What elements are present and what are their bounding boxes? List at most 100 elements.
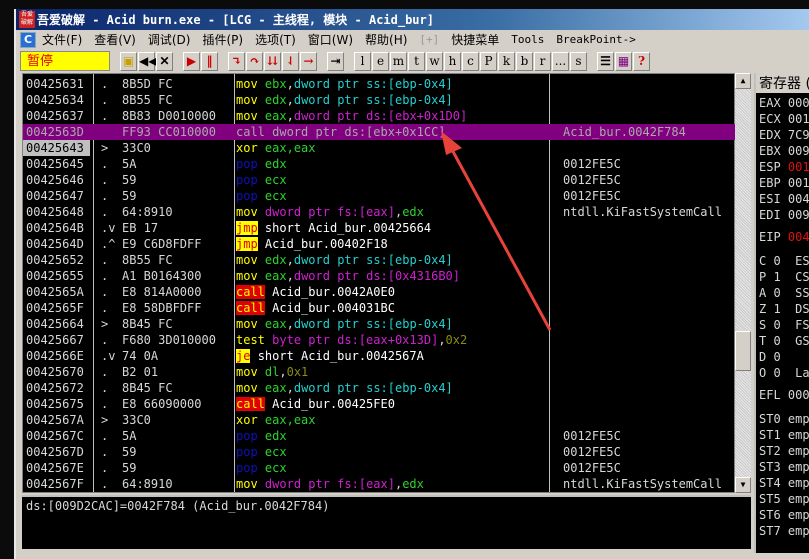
registers-pane[interactable]: 寄存器 ( EAX 0000ECX 0012EDX 7C92EBX 009DES… <box>754 73 809 553</box>
fpu-register[interactable]: ST5 empt <box>759 491 809 507</box>
disasm-row[interactable]: 0042567A >33C0 xor eax,eax <box>23 412 736 428</box>
scroll-up-icon[interactable]: ▲ <box>735 73 751 89</box>
disasm-row[interactable]: 00425637. 8B83 D0010000 mov eax,dword ptr … <box>23 108 736 124</box>
step-over-icon[interactable]: ↷ <box>246 51 263 71</box>
flag-line[interactable]: S 0 FS <box>759 317 809 333</box>
menu-item[interactable]: 帮助(H) <box>365 31 407 48</box>
register-ebp[interactable]: EBP 0012 <box>759 175 809 191</box>
disasm-row[interactable]: 00425634. 8B55 FC mov edx,dword ptr ss:[eb… <box>23 92 736 108</box>
window-button-r[interactable]: r <box>534 51 551 71</box>
flag-line[interactable]: T 0 GS <box>759 333 809 349</box>
window-button-h[interactable]: h <box>444 51 461 71</box>
menu-item[interactable]: 查看(V) <box>94 31 136 48</box>
list-icon[interactable]: ☰ <box>597 51 614 71</box>
disasm-row[interactable]: 0042564D .^ E9 C6D8FDFF jmp Acid_bur.00402F… <box>23 236 736 252</box>
address: 0042565F <box>26 301 84 315</box>
flag-line[interactable]: D 0 <box>759 349 781 365</box>
disasm-row[interactable]: 00425675. E8 66090000 call Acid_bur.00425F… <box>23 396 736 412</box>
menu-item[interactable]: 选项(T) <box>255 31 296 48</box>
menu-item[interactable]: 快捷菜单 <box>451 31 499 48</box>
instruction-token: dword ptr ds:[0x4316B0] <box>293 269 461 283</box>
disasm-row[interactable]: 00425643 >33C0 xor eax,eax <box>23 140 736 156</box>
disasm-row[interactable]: 0042567C. 5A pop edx 0012FE5C <box>23 428 736 444</box>
address: 00425672 <box>26 381 84 395</box>
goto-icon[interactable]: ⇥ <box>327 51 344 71</box>
menu-item[interactable]: 插件(P) <box>202 31 243 48</box>
menu-item[interactable]: 文件(F) <box>42 31 82 48</box>
disasm-row[interactable]: 0042563D FF93 CC010000 call dword ptr ds:[… <box>23 124 736 140</box>
fpu-register[interactable]: ST0 empt <box>759 411 809 427</box>
menu-item[interactable]: [+] <box>419 33 439 46</box>
flag-line[interactable]: P 1 CS <box>759 269 809 285</box>
disasm-row[interactable]: 0042565A. E8 814A0000 call Acid_bur.0042A0… <box>23 284 736 300</box>
register-ecx[interactable]: ECX 0012 <box>759 111 809 127</box>
register-ebx[interactable]: EBX 009D <box>759 143 809 159</box>
window-button-m[interactable]: m <box>390 51 407 71</box>
scroll-thumb[interactable] <box>735 331 751 371</box>
fpu-register[interactable]: ST6 empt <box>759 507 809 523</box>
pause-icon[interactable]: ‖ <box>201 51 218 71</box>
fpu-register[interactable]: ST3 empt <box>759 459 809 475</box>
disasm-row[interactable]: 00425670. B2 01 mov dl,0x1 <box>23 364 736 380</box>
window-button-t[interactable]: t <box>408 51 425 71</box>
menu-item[interactable]: Tools <box>511 33 544 46</box>
trace-over-icon[interactable]: ⇃ <box>282 51 299 71</box>
disasm-row[interactable]: 00425655. A1 B0164300 mov eax,dword ptr ds… <box>23 268 736 284</box>
window-button-P[interactable]: P <box>480 51 497 71</box>
disasm-row[interactable]: 00425645. 5A pop edx 0012FE5C <box>23 156 736 172</box>
register-esi[interactable]: ESI 0042 <box>759 191 809 207</box>
run-icon[interactable]: ▶ <box>183 51 200 71</box>
scroll-down-icon[interactable]: ▼ <box>735 477 751 493</box>
open-icon[interactable]: ▣ <box>120 51 137 71</box>
efl-register[interactable]: EFL 0000 <box>759 387 809 403</box>
disasm-row[interactable]: 00425664 >8B45 FC mov eax,dword ptr ss:[eb… <box>23 316 736 332</box>
disasm-row[interactable]: 0042564B .v EB 17 jmp short Acid_bur.004256… <box>23 220 736 236</box>
disassembly-scrollbar[interactable]: ▲ ▼ <box>735 73 751 493</box>
fpu-register[interactable]: ST7 empt <box>759 523 809 539</box>
disasm-row[interactable]: 00425672. 8B45 FC mov eax,dword ptr ss:[eb… <box>23 380 736 396</box>
window-button-e[interactable]: e <box>372 51 389 71</box>
disasm-row[interactable]: 00425646. 59 pop ecx 0012FE5C <box>23 172 736 188</box>
window-button-w[interactable]: w <box>426 51 443 71</box>
register-edi[interactable]: EDI 009C <box>759 207 809 223</box>
register-eax[interactable]: EAX 0000 <box>759 95 809 111</box>
window-button-k[interactable]: k <box>498 51 515 71</box>
c-icon[interactable]: C <box>20 31 36 48</box>
trace-into-icon[interactable]: ⇊ <box>264 51 281 71</box>
window-button-s[interactable]: s <box>570 51 587 71</box>
register-edx[interactable]: EDX 7C92 <box>759 127 809 143</box>
flag-line[interactable]: C 0 ES <box>759 253 809 269</box>
window-button-c[interactable]: c <box>462 51 479 71</box>
register-esp[interactable]: ESP 0012 <box>759 159 809 175</box>
disasm-row[interactable]: 00425648. 64:8910 mov dword ptr fs:[eax],e… <box>23 204 736 220</box>
menu-item[interactable]: 窗口(W) <box>308 31 353 48</box>
menu-item[interactable]: 调试(D) <box>148 31 191 48</box>
register-eip[interactable]: EIP 0042 <box>759 229 809 245</box>
disasm-row[interactable]: 00425647. 59 pop ecx 0012FE5C <box>23 188 736 204</box>
fpu-register[interactable]: ST1 empt <box>759 427 809 443</box>
close-icon[interactable]: ✕ <box>156 51 173 71</box>
disasm-row[interactable]: 0042565F. E8 58DBFDFF call Acid_bur.004031… <box>23 300 736 316</box>
window-button-dots[interactable]: ... <box>552 51 569 71</box>
disasm-row[interactable]: 00425652. 8B55 FC mov edx,dword ptr ss:[eb… <box>23 252 736 268</box>
options-icon[interactable]: ▦ <box>615 51 632 71</box>
disasm-row[interactable]: 0042567F. 64:8910 mov dword ptr fs:[eax],e… <box>23 476 736 492</box>
disasm-row[interactable]: 00425631. 8B5D FC mov ebx,dword ptr ss:[eb… <box>23 76 736 92</box>
disasm-row[interactable]: 0042567D. 59 pop ecx 0012FE5C <box>23 444 736 460</box>
help-icon[interactable]: ? <box>633 51 650 71</box>
restart-icon[interactable]: ◀◀ <box>138 51 157 71</box>
fpu-register[interactable]: ST4 empt <box>759 475 809 491</box>
flag-line[interactable]: A 0 SS <box>759 285 809 301</box>
disasm-row[interactable]: 0042566E .v 74 0A je short Acid_bur.0042567… <box>23 348 736 364</box>
step-into-icon[interactable]: ↴ <box>228 51 245 71</box>
flag-line[interactable]: O 0 Las <box>759 365 809 381</box>
disasm-row[interactable]: 0042567E. 59 pop ecx 0012FE5C <box>23 460 736 476</box>
fpu-register[interactable]: ST2 empt <box>759 443 809 459</box>
menu-item[interactable]: BreakPoint-> <box>556 33 635 46</box>
flag-line[interactable]: Z 1 DS <box>759 301 809 317</box>
execute-till-return-icon[interactable]: → <box>300 51 317 71</box>
window-button-l[interactable]: l <box>354 51 371 71</box>
disasm-row[interactable]: 00425667. F680 3D010000 test byte ptr ds:[… <box>23 332 736 348</box>
window-button-b[interactable]: b <box>516 51 533 71</box>
disassembly-pane[interactable]: 00425631. 8B5D FC mov ebx,dword ptr ss:[eb… <box>22 73 736 493</box>
